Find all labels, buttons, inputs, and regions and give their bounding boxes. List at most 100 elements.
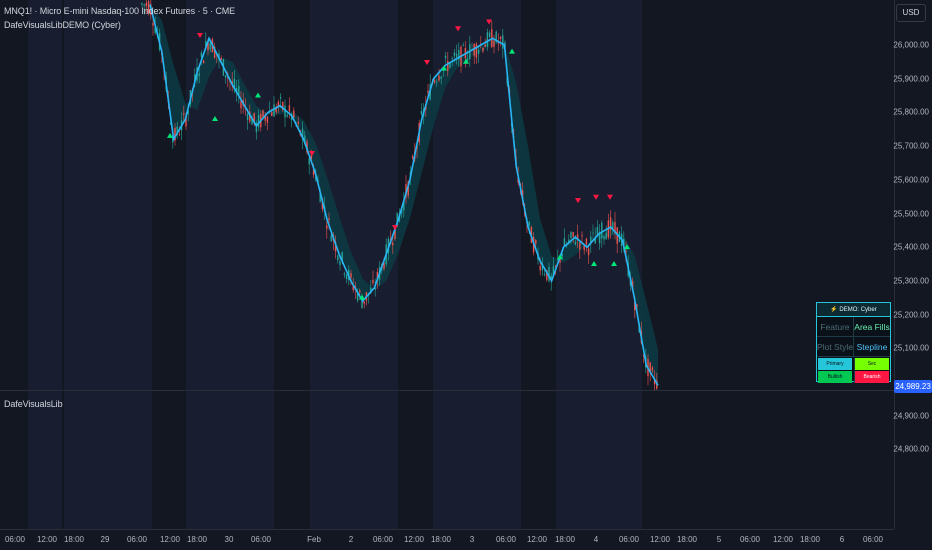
candle-body (220, 58, 222, 60)
time-tick-label: 06:00 (126, 535, 148, 544)
candle-body (262, 110, 264, 117)
candle-body (271, 112, 273, 116)
primary-swatch: Primary (818, 358, 852, 370)
indicator-pane[interactable] (0, 391, 894, 529)
candle-body (528, 221, 530, 226)
price-tick-label: 25,800.00 (893, 107, 929, 117)
time-tick-label: 4 (593, 535, 599, 544)
time-tick-label: 06:00 (862, 535, 884, 544)
candle-body (224, 75, 227, 78)
session-shade (64, 391, 152, 529)
candle-body (266, 116, 269, 123)
candle-body (587, 248, 590, 256)
candle-body (444, 55, 447, 59)
candle-body (339, 261, 341, 266)
triangle-down-icon (486, 19, 492, 25)
candle-body (440, 76, 442, 79)
candle-body (651, 367, 654, 371)
candle-body (286, 114, 288, 117)
bullish-swatch: Bullish (818, 371, 852, 383)
candle-body (141, 3, 143, 5)
time-tick-label: 3 (469, 535, 475, 544)
time-tick-label: 06:00 (739, 535, 761, 544)
time-tick-label: 18:00 (676, 535, 698, 544)
currency-button[interactable]: USD (896, 4, 926, 22)
time-tick-label: 06:00 (4, 535, 26, 544)
triangle-up-icon (509, 48, 515, 54)
candle-body (433, 80, 436, 83)
time-tick-label: 06:00 (495, 535, 517, 544)
indicator-legend[interactable]: DafeVisualsLibDEMO (Cyber) (4, 20, 121, 30)
time-tick-label: 12:00 (649, 535, 671, 544)
triangle-down-icon (607, 194, 613, 200)
candle-body (579, 242, 581, 250)
candle-body (535, 239, 537, 244)
session-shade (310, 391, 398, 529)
time-tick-label: 30 (224, 535, 234, 544)
candle-body (502, 35, 504, 49)
secondary-swatch: Sec (854, 358, 889, 370)
feature-value: Area Fills (853, 317, 890, 336)
candle-body (574, 242, 577, 245)
sub-pane-title[interactable]: DafeVisualsLib (4, 399, 63, 409)
time-tick-label: 5 (716, 535, 722, 544)
symbol-legend[interactable]: MNQ1! · Micro E-mini Nasdaq-100 Index Fu… (4, 6, 235, 16)
price-chart[interactable] (0, 0, 894, 390)
time-tick-label: 06:00 (250, 535, 272, 544)
triangle-down-icon (424, 59, 430, 65)
price-tick-label: 24,800.00 (893, 444, 929, 454)
session-shade (186, 391, 274, 529)
demo-table-title: ⚡ DEMO: Cyber (817, 303, 890, 317)
candle-body (183, 113, 185, 115)
candle-body (308, 158, 310, 165)
candle-body (427, 90, 429, 93)
price-tick-label: 25,400.00 (893, 242, 929, 252)
candle-body (372, 279, 374, 284)
triangle-up-icon (611, 260, 617, 266)
candle-body (436, 81, 438, 83)
price-tick-label: 25,700.00 (893, 141, 929, 151)
triangle-down-icon (593, 194, 599, 200)
time-tick-label: 18:00 (186, 535, 208, 544)
candle-body (198, 73, 200, 77)
session-shade (433, 391, 521, 529)
candle-body (411, 156, 414, 159)
candle-body (337, 255, 339, 261)
table-row: Bullish Bearish (817, 371, 890, 383)
time-tick-label: 12:00 (159, 535, 181, 544)
candle-body (462, 45, 464, 47)
demo-table: ⚡ DEMO: Cyber Feature Area Fills Plot St… (816, 302, 891, 383)
candle-body (453, 52, 456, 56)
price-tick-label: 25,900.00 (893, 74, 929, 84)
candle-body (455, 53, 458, 58)
time-tick-label: Feb (307, 535, 321, 544)
time-tick-label: 18:00 (63, 535, 85, 544)
candle-body (601, 222, 603, 239)
candle-body (477, 50, 480, 54)
time-axis[interactable]: 06:00 12:00 18:00 29 06:00 12:00 18:00 30 06:00 F… (0, 529, 894, 550)
candle-body (420, 110, 423, 115)
time-tick-label: 12:00 (36, 535, 58, 544)
candle-body (603, 236, 605, 240)
candle-body (475, 44, 478, 58)
triangle-down-icon (197, 33, 203, 38)
candle-body (592, 232, 594, 234)
candle-body (288, 105, 291, 112)
candle-body (451, 58, 453, 59)
candle-body (273, 104, 275, 117)
price-axis[interactable]: 26,000.00 25,900.00 25,800.00 25,700.00 25,6… (893, 0, 932, 529)
candle-body (392, 242, 394, 246)
main-chart-pane[interactable] (0, 0, 894, 390)
candle-body (328, 218, 330, 221)
candle-body (581, 235, 583, 237)
session-shade (556, 391, 642, 529)
candle-body (152, 23, 154, 26)
candle-body (363, 301, 365, 304)
table-row: Plot Style Stepline (817, 337, 890, 357)
candle-body (359, 290, 361, 293)
price-tick-label: 25,200.00 (893, 310, 929, 320)
candle-body (350, 273, 352, 278)
candle-body (488, 32, 491, 37)
candle-body (345, 274, 348, 280)
candle-body (484, 44, 486, 48)
